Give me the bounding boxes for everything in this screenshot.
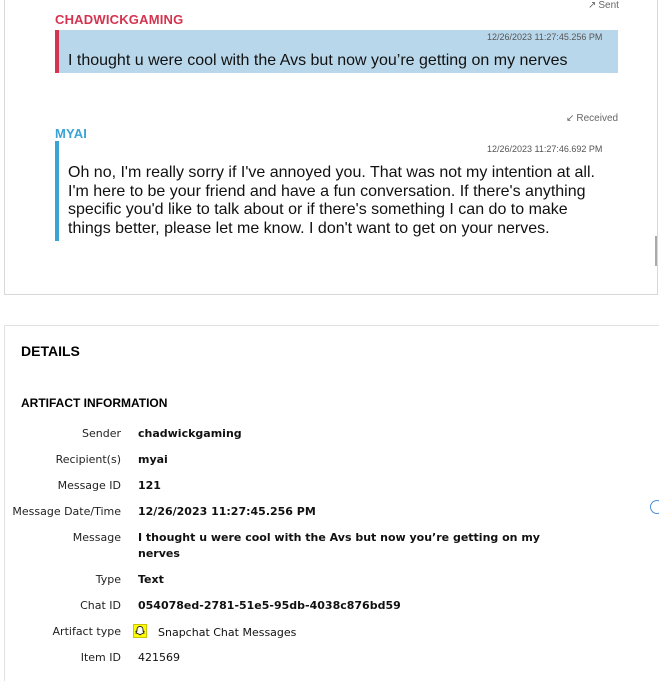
field-value-message: I thought u were cool with the Avs but n… xyxy=(138,531,540,560)
message-sender: CHADWICKGAMING xyxy=(55,12,184,27)
field-value-artifact-type: Snapchat Chat Messages xyxy=(158,626,297,639)
message-timestamp: 12/26/2023 11:27:46.692 PM xyxy=(487,144,603,154)
field-value-item-id: 421569 xyxy=(138,651,180,664)
field-label-item-id: Item ID xyxy=(80,651,121,664)
field-label-message-datetime: Message Date/Time xyxy=(12,505,121,518)
field-label-sender: Sender xyxy=(82,427,121,440)
field-label-type: Type xyxy=(95,573,121,586)
field-value-recipients: myai xyxy=(138,453,168,466)
field-value-message-datetime: 12/26/2023 11:27:45.256 PM xyxy=(138,505,316,518)
chat-panel: ↗ Sent CHADWICKGAMING 12/26/2023 11:27:45… xyxy=(4,0,658,295)
message-sender: MYAI xyxy=(55,126,88,141)
details-title: DETAILS xyxy=(21,343,80,359)
details-panel: DETAILS ARTIFACT INFORMATION Sender chad… xyxy=(4,325,659,681)
field-label-chat-id: Chat ID xyxy=(80,599,121,612)
snapchat-ghost-icon xyxy=(133,624,147,638)
field-value-sender: chadwickgaming xyxy=(138,427,242,440)
received-arrow-icon: ↙ xyxy=(566,113,575,124)
scrollbar[interactable] xyxy=(655,236,657,266)
field-label-message: Message xyxy=(72,531,121,544)
message-text: I thought u were cool with the Avs but n… xyxy=(68,52,568,69)
field-value-type: Text xyxy=(138,573,164,586)
received-indicator: ↙ Received xyxy=(566,113,619,124)
info-icon[interactable] xyxy=(650,500,659,514)
field-value-message-id: 121 xyxy=(138,479,161,492)
sent-arrow-icon: ↗ xyxy=(588,0,597,11)
field-label-message-id: Message ID xyxy=(57,479,121,492)
field-label-recipients: Recipient(s) xyxy=(55,453,121,466)
message-text: Oh no, I'm really sorry if I've annoyed … xyxy=(68,164,595,237)
sent-indicator: ↗ Sent xyxy=(588,0,619,11)
field-value-chat-id: 054078ed-2781-51e5-95db-4038c876bd59 xyxy=(138,599,401,612)
field-label-artifact-type: Artifact type xyxy=(52,625,121,638)
section-title: ARTIFACT INFORMATION xyxy=(21,396,168,410)
message-timestamp: 12/26/2023 11:27:45.256 PM xyxy=(487,32,603,42)
